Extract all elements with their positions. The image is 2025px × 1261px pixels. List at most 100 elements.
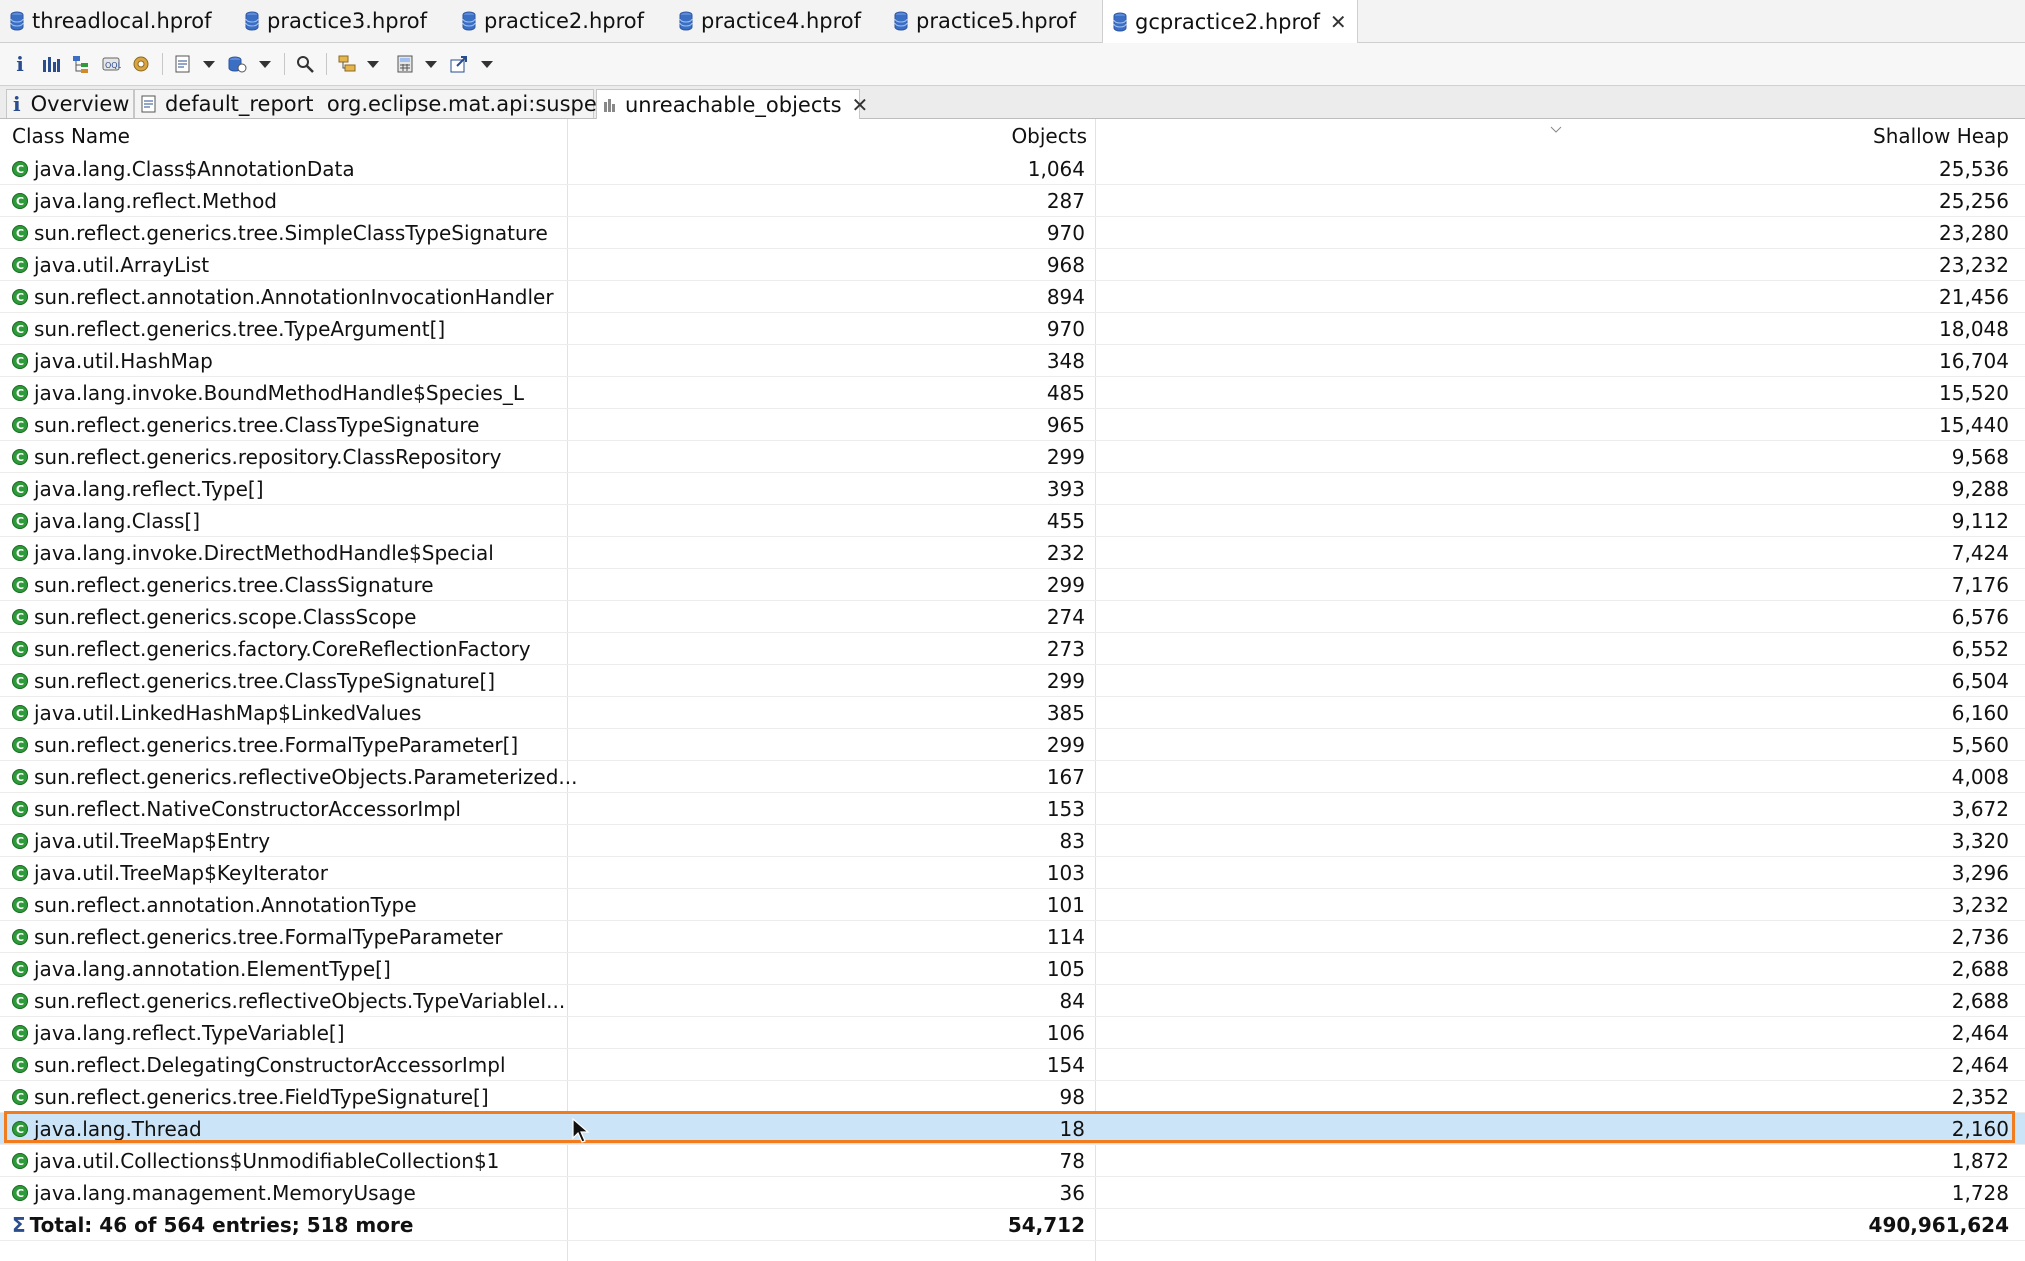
editor-tab-gcpractice2[interactable]: gcpractice2.hprof ✕: [1102, 0, 1358, 43]
table-row[interactable]: Csun.reflect.generics.reflectiveObjects.…: [0, 985, 2025, 1017]
chevron-down-icon[interactable]: [258, 52, 272, 76]
table-row[interactable]: Csun.reflect.DelegatingConstructorAccess…: [0, 1049, 2025, 1081]
shallow-heap-cell: 6,576: [1951, 605, 2009, 629]
histogram-icon[interactable]: [40, 52, 62, 76]
class-name-text: sun.reflect.generics.tree.FormalTypePara…: [34, 733, 519, 757]
table-row[interactable]: Cjava.lang.Class[] 455 9,112: [0, 505, 2025, 537]
objects-cell: 485: [1046, 381, 1085, 405]
search-icon[interactable]: [294, 52, 316, 76]
table-row[interactable]: Csun.reflect.annotation.AnnotationInvoca…: [0, 281, 2025, 313]
table-row[interactable]: Cjava.util.HashMap 348 16,704: [0, 345, 2025, 377]
oql-icon[interactable]: OQL: [100, 52, 122, 76]
report-icon[interactable]: [172, 52, 194, 76]
close-icon[interactable]: ✕: [1330, 10, 1347, 34]
database-icon: [462, 11, 476, 31]
class-name-cell: Cjava.util.LinkedHashMap$LinkedValues: [12, 697, 421, 729]
tab-unreachable-objects[interactable]: unreachable_objects ✕: [596, 89, 868, 119]
tab-overview[interactable]: i Overview: [6, 89, 134, 118]
info-icon: i: [13, 92, 21, 116]
shallow-heap-cell: 2,736: [1951, 925, 2009, 949]
table-row[interactable]: Csun.reflect.generics.factory.CoreReflec…: [0, 633, 2025, 665]
table-row[interactable]: Cjava.lang.Thread 18 2,160: [0, 1111, 2025, 1145]
editor-tab-practice3[interactable]: practice3.hprof: [245, 0, 427, 42]
toolbar-separator: [162, 53, 163, 75]
class-icon: C: [12, 353, 28, 369]
table-row[interactable]: Csun.reflect.generics.tree.ClassSignatur…: [0, 569, 2025, 601]
objects-cell: 273: [1046, 637, 1085, 661]
table-row[interactable]: Cjava.lang.annotation.ElementType[] 105 2,…: [0, 953, 2025, 985]
class-icon: C: [12, 961, 28, 977]
table-row[interactable]: Cjava.util.TreeMap$KeyIterator 103 3,296: [0, 857, 2025, 889]
class-name-cell: Csun.reflect.generics.reflectiveObjects.…: [12, 761, 577, 793]
class-name-text: java.util.ArrayList: [34, 253, 210, 277]
table-row[interactable]: Csun.reflect.generics.repository.ClassRe…: [0, 441, 2025, 473]
table-row[interactable]: Csun.reflect.generics.reflectiveObjects.…: [0, 761, 2025, 793]
table-row[interactable]: Cjava.lang.reflect.Type[] 393 9,288: [0, 473, 2025, 505]
table-total-row[interactable]: Σ Total: 46 of 564 entries; 518 more 54,71…: [0, 1209, 2025, 1241]
table-row[interactable]: Csun.reflect.annotation.AnnotationType 10…: [0, 889, 2025, 921]
database-icon: [10, 11, 24, 31]
total-cell: Σ Total: 46 of 564 entries; 518 more: [12, 1209, 413, 1241]
tab-default-report[interactable]: default_report org.eclipse.mat.api:suspe…: [134, 89, 628, 118]
objects-cell: 36: [1059, 1181, 1085, 1205]
column-header-objects[interactable]: Objects: [570, 119, 1087, 153]
gear-icon[interactable]: [130, 52, 152, 76]
objects-cell: 153: [1046, 797, 1085, 821]
class-name-text: java.lang.reflect.Method: [34, 189, 277, 213]
shallow-heap-cell: 9,112: [1951, 509, 2009, 533]
chevron-down-icon[interactable]: [202, 52, 216, 76]
chevron-down-icon[interactable]: [366, 52, 380, 76]
table-row[interactable]: Cjava.util.Collections$UnmodifiableColle…: [0, 1145, 2025, 1177]
class-icon: C: [12, 865, 28, 881]
table-row[interactable]: Csun.reflect.generics.tree.FormalTypePar…: [0, 921, 2025, 953]
table-row[interactable]: Csun.reflect.generics.tree.ClassTypeSign…: [0, 409, 2025, 441]
column-header-class-name[interactable]: Class Name: [12, 119, 130, 153]
chevron-down-icon[interactable]: [480, 52, 494, 76]
table-row[interactable]: Cjava.lang.reflect.TypeVariable[] 106 2,46…: [0, 1017, 2025, 1049]
editor-tab-threadlocal[interactable]: threadlocal.hprof: [10, 0, 212, 42]
table-row[interactable]: Csun.reflect.generics.tree.FieldTypeSign…: [0, 1081, 2025, 1113]
table-row[interactable]: Csun.reflect.generics.tree.SimpleClassTy…: [0, 217, 2025, 249]
editor-tab-practice2[interactable]: practice2.hprof: [462, 0, 644, 42]
class-name-text: sun.reflect.DelegatingConstructorAccesso…: [34, 1053, 506, 1077]
class-name-text: java.lang.Class[]: [34, 509, 201, 533]
table-row[interactable]: Cjava.lang.Class$AnnotationData 1,064 25,5…: [0, 153, 2025, 185]
table-row[interactable]: Csun.reflect.generics.tree.TypeArgument[…: [0, 313, 2025, 345]
query-browser-icon[interactable]: [226, 52, 248, 76]
chevron-down-icon[interactable]: [424, 52, 438, 76]
objects-cell: 455: [1046, 509, 1085, 533]
objects-cell: 274: [1046, 605, 1085, 629]
class-icon: C: [12, 225, 28, 241]
table-row[interactable]: Cjava.lang.invoke.DirectMethodHandle$Spe…: [0, 537, 2025, 569]
table-row[interactable]: Cjava.lang.management.MemoryUsage 36 1,728: [0, 1177, 2025, 1209]
editor-tab-practice5[interactable]: practice5.hprof: [894, 0, 1076, 42]
info-icon[interactable]: i: [12, 52, 28, 76]
editor-tab-practice4[interactable]: practice4.hprof: [679, 0, 861, 42]
objects-cell: 101: [1046, 893, 1085, 917]
group-icon[interactable]: [336, 52, 358, 76]
class-name-text: sun.reflect.generics.tree.FormalTypePara…: [34, 925, 503, 949]
class-icon: C: [12, 769, 28, 785]
table-row[interactable]: Cjava.util.LinkedHashMap$LinkedValues 385…: [0, 697, 2025, 729]
table-row[interactable]: Csun.reflect.generics.tree.ClassTypeSign…: [0, 665, 2025, 697]
class-icon: C: [12, 545, 28, 561]
objects-cell: 98: [1059, 1085, 1085, 1109]
table-row[interactable]: Csun.reflect.generics.scope.ClassScope 27…: [0, 601, 2025, 633]
table-row[interactable]: Csun.reflect.NativeConstructorAccessorIm…: [0, 793, 2025, 825]
close-icon[interactable]: ✕: [852, 93, 869, 117]
class-name-text: java.lang.Class$AnnotationData: [34, 157, 355, 181]
class-name-text: sun.reflect.generics.tree.TypeArgument[]: [34, 317, 446, 341]
class-name-cell: Csun.reflect.generics.tree.ClassTypeSign…: [12, 409, 479, 441]
dominator-tree-icon[interactable]: [70, 52, 92, 76]
table-row[interactable]: Cjava.lang.invoke.BoundMethodHandle$Spec…: [0, 377, 2025, 409]
export-icon[interactable]: [448, 52, 470, 76]
table-row[interactable]: Cjava.lang.reflect.Method 287 25,256: [0, 185, 2025, 217]
table-row[interactable]: Cjava.util.TreeMap$Entry 83 3,320: [0, 825, 2025, 857]
class-name-text: java.util.TreeMap$KeyIterator: [34, 861, 328, 885]
class-name-text: java.lang.invoke.DirectMethodHandle$Spec…: [34, 541, 494, 565]
table-row[interactable]: Csun.reflect.generics.tree.FormalTypePar…: [0, 729, 2025, 761]
class-name-text: java.util.LinkedHashMap$LinkedValues: [34, 701, 422, 725]
calculator-icon[interactable]: [394, 52, 416, 76]
shallow-heap-cell: 16,704: [1939, 349, 2009, 373]
table-row[interactable]: Cjava.util.ArrayList 968 23,232: [0, 249, 2025, 281]
